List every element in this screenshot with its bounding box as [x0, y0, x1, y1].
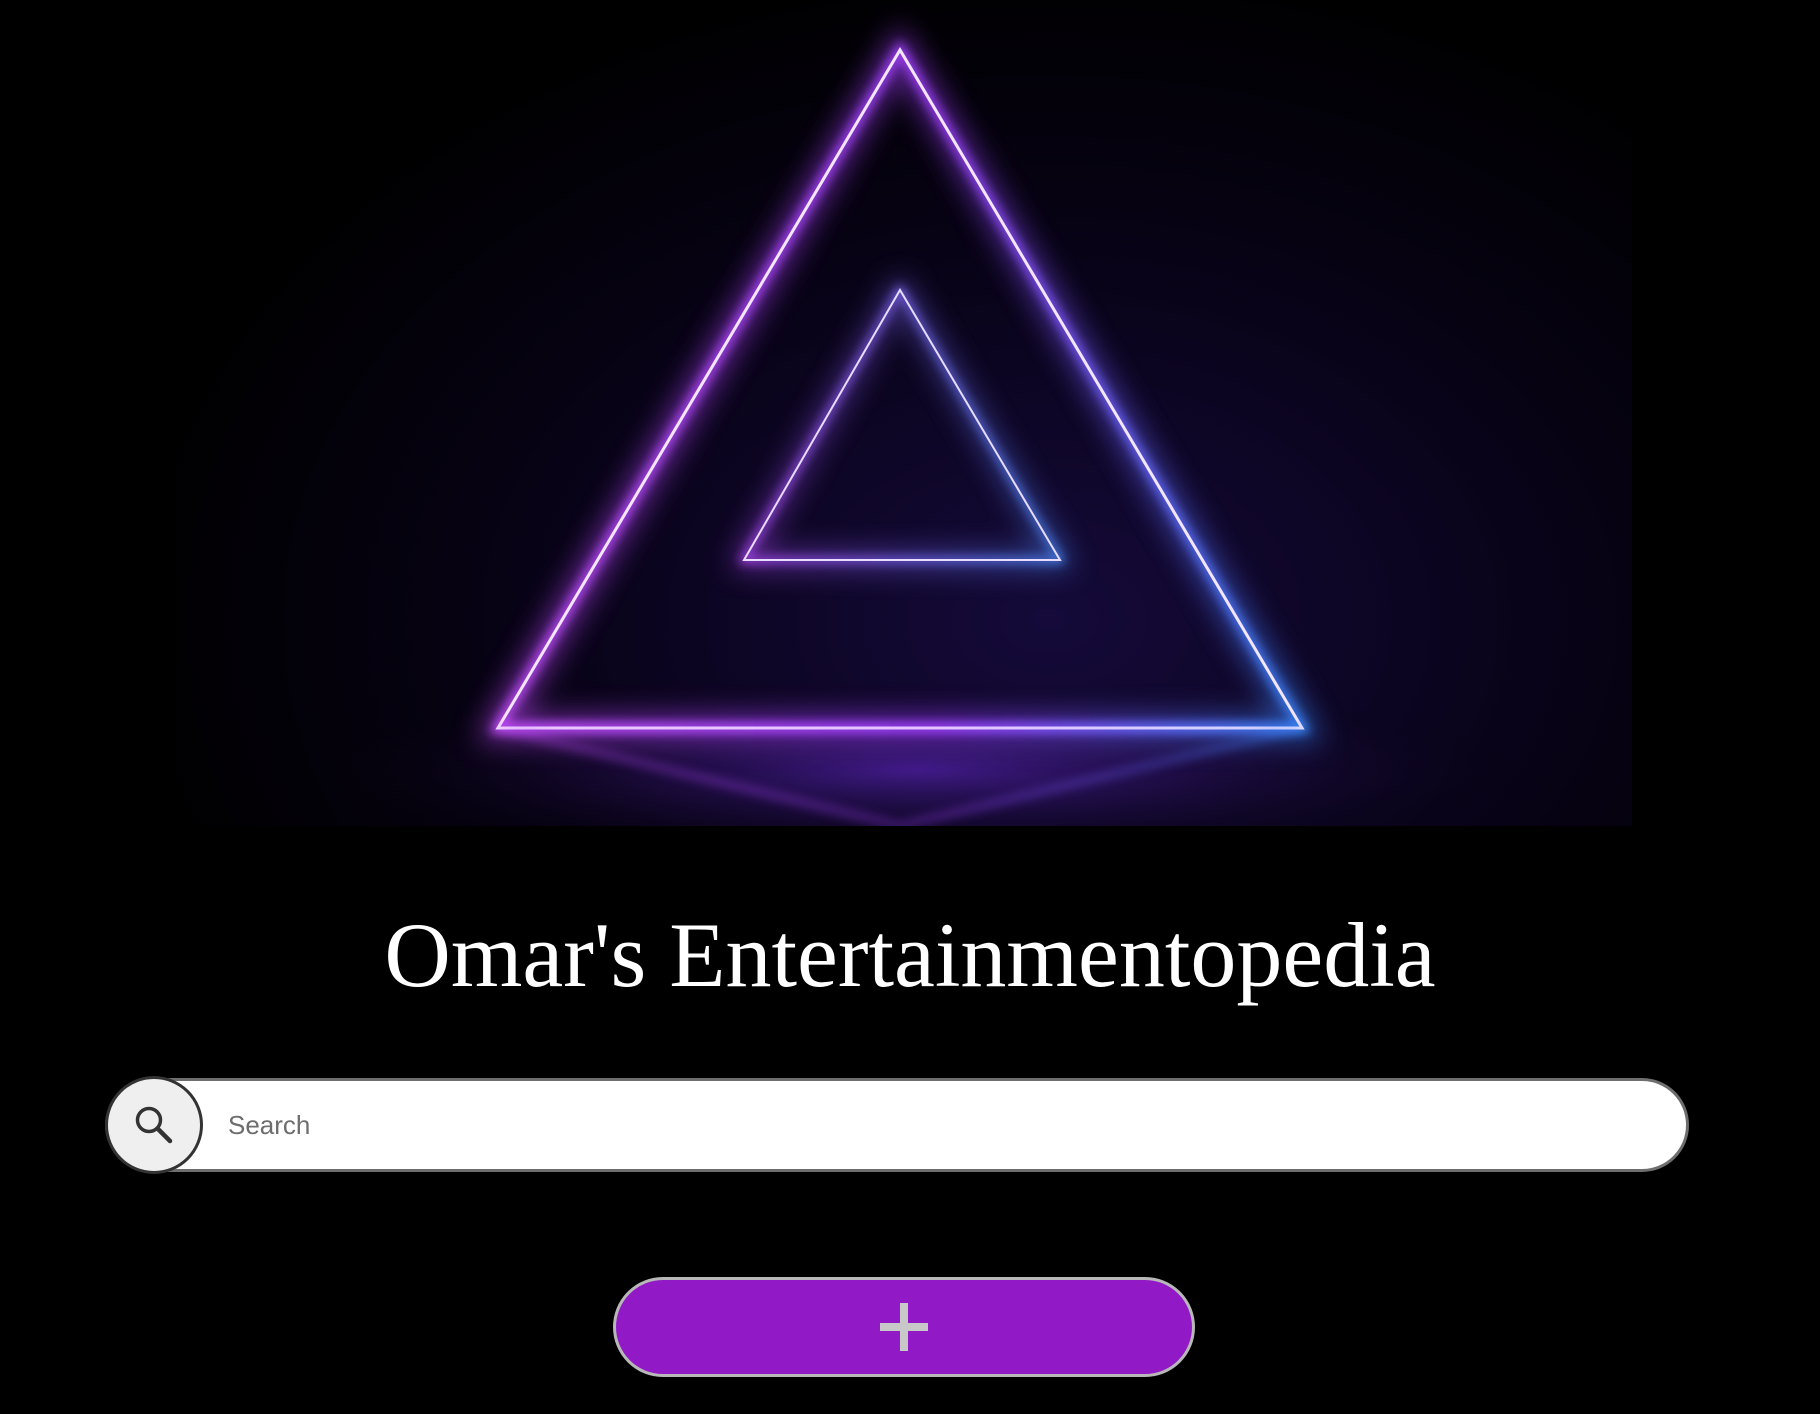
plus-icon	[880, 1303, 928, 1351]
add-button[interactable]	[613, 1277, 1195, 1377]
neon-triangle-graphic	[296, 24, 1536, 826]
search-input[interactable]	[228, 1098, 1648, 1152]
search-icon	[135, 1106, 173, 1144]
page-title: Omar's Entertainmentopedia	[384, 904, 1436, 1006]
neon-triangle-image	[176, 0, 1632, 826]
search-button[interactable]	[105, 1076, 203, 1174]
